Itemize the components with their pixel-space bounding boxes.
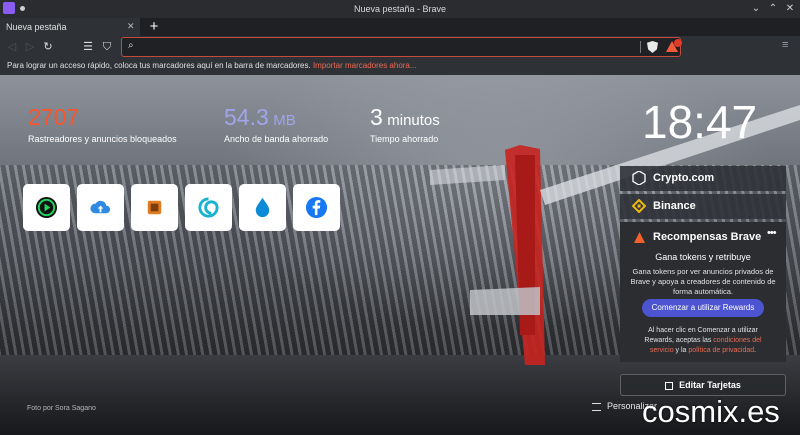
top-site-tile[interactable] [77,184,124,231]
reload-icon[interactable]: ↻ [40,39,56,55]
new-tab-page: 2707 Rastreadores y anuncios bloqueados … [0,75,800,435]
maximize-icon[interactable]: ⌃ [767,3,779,15]
time-unit: minutos [387,112,440,129]
watermark-text: cosmix.es [642,394,780,429]
more-options-icon[interactable]: ••• [767,227,777,239]
url-input[interactable] [140,40,640,54]
close-icon[interactable]: ✕ [784,3,796,15]
orange-square-icon [147,200,162,215]
window-titlebar: Nueva pestaña - Brave ⌄ ⌃ ✕ [0,0,800,18]
cloud-upload-icon [90,200,111,214]
crypto-com-label: Crypto.com [653,172,715,184]
bandwidth-label: Ancho de banda ahorrado [224,134,329,144]
tab-close-icon[interactable]: ✕ [127,21,135,32]
binance-label: Binance [653,200,696,212]
bookmark-icon[interactable]: ⛉ [99,39,115,55]
back-icon[interactable]: ◁ [4,39,20,55]
clock: 18:47 [642,96,758,148]
binance-widget[interactable]: Binance [620,194,786,219]
trackers-label: Rastreadores y anuncios bloqueados [28,134,177,144]
edit-cards-button[interactable]: Editar Tarjetas [620,374,786,396]
rewards-title: Recompensas Brave [653,231,762,243]
rewards-legal-text: Al hacer clic en Comenzar a utilizar Rew… [634,326,772,356]
minimize-icon[interactable]: ⌄ [750,3,762,15]
stat-bandwidth-saved: 54.3 MB Ancho de banda ahorrado [224,105,328,144]
time-value: 3 [370,104,383,130]
legal-and: y la [675,347,687,354]
bandwidth-unit: MB [273,112,296,129]
top-site-tile[interactable] [23,184,70,231]
address-bar[interactable]: ⌕ [121,37,682,57]
address-bar-divider [640,41,641,53]
forward-icon[interactable]: ▷ [22,39,38,55]
top-site-tile[interactable] [293,184,340,231]
privacy-policy-link[interactable]: política de privacidad [688,347,754,354]
brave-rewards-triangle-icon [634,232,645,243]
rewards-subtitle: Gana tokens y retribuye [655,252,751,262]
tab-strip: Nueva pestaña ✕ + [0,18,800,36]
top-site-tile[interactable] [185,184,232,231]
binance-icon [632,199,646,213]
bookmarks-bar-message: Para lograr un acceso rápido, coloca tus… [7,61,311,70]
spiral-icon [198,197,219,218]
water-drop-icon [255,197,270,218]
edit-cards-label: Editar Tarjetas [679,380,741,390]
import-bookmarks-link[interactable]: Importar marcadores ahora... [313,61,417,70]
trackers-count: 2707 [28,104,80,130]
toolbar: ◁ ▷ ↻ ☰ ⛉ ⌕ ≡ [0,36,800,58]
brave-shields-icon[interactable] [647,41,658,53]
crypto-com-widget[interactable]: Crypto.com [620,166,786,191]
facebook-icon [305,196,328,219]
brave-rewards-widget: Recompensas Brave ••• Gana tokens y retr… [620,222,786,362]
bandwidth-value: 54.3 [224,104,269,130]
legal-end: . [754,347,757,354]
new-tab-button[interactable]: + [146,18,162,36]
photo-credit[interactable]: Foto por Sora Sagano [27,405,96,412]
rewards-description: Gana tokens por ver anuncios privados de… [630,267,776,296]
top-site-tile[interactable] [131,184,178,231]
main-menu-icon[interactable]: ≡ [782,39,788,51]
top-site-tile[interactable] [239,184,286,231]
customize-icon [592,402,601,411]
play-circle-icon [35,196,58,219]
stat-time-saved: 3 minutos Tiempo ahorrado [370,105,440,144]
rewards-badge [674,39,682,47]
window-title: Nueva pestaña - Brave [353,4,447,14]
bookmarks-bar: Para lograr un acceso rápido, coloca tus… [0,58,800,75]
tab-new-tab[interactable]: Nueva pestaña ✕ [0,18,140,36]
start-rewards-button[interactable]: Comenzar a utilizar Rewards [642,299,764,317]
edit-cards-icon [665,381,674,390]
tab-label: Nueva pestaña [6,22,67,32]
stat-trackers-blocked: 2707 Rastreadores y anuncios bloqueados [28,105,177,144]
time-label: Tiempo ahorrado [370,134,439,144]
reading-list-icon[interactable]: ☰ [80,39,96,55]
crypto-com-icon [632,171,646,185]
search-icon: ⌕ [128,40,134,51]
